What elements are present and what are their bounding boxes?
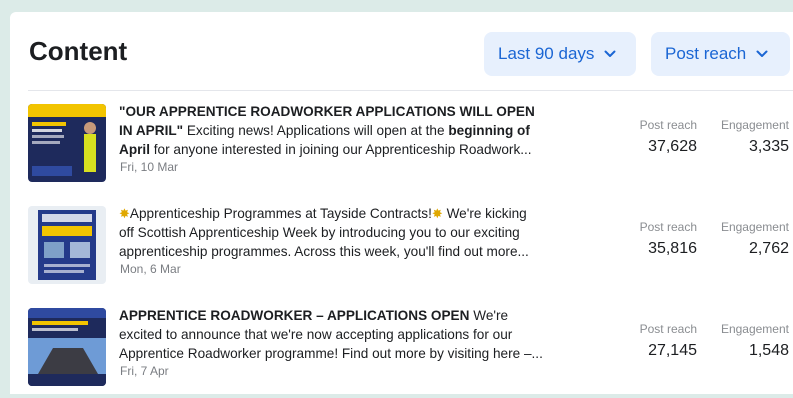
post-reach-metric: Post reach 27,145	[639, 322, 697, 359]
header-divider	[28, 90, 793, 91]
post-reach-metric: Post reach 35,816	[639, 220, 697, 257]
post-thumbnail	[28, 104, 106, 182]
post-thumbnail	[28, 206, 106, 284]
chevron-down-icon	[756, 50, 768, 57]
post-reach-metric: Post reach 37,628	[639, 118, 697, 155]
engagement-metric: Engagement 1,548	[720, 322, 789, 359]
chevron-down-icon	[604, 50, 616, 57]
post-row[interactable]: APPRENTICE ROADWORKER – APPLICATIONS OPE…	[28, 308, 793, 398]
sparkle-icon: ✸	[119, 206, 130, 221]
post-date: Mon, 6 Mar	[120, 262, 181, 276]
post-date: Fri, 10 Mar	[120, 160, 179, 174]
post-row[interactable]: "OUR APPRENTICE ROADWORKER APPLICATIONS …	[28, 104, 793, 194]
metric-dropdown[interactable]: Post reach	[651, 32, 790, 76]
post-row[interactable]: ✸Apprenticeship Programmes at Tayside Co…	[28, 206, 793, 296]
page-title: Content	[29, 36, 128, 66]
post-thumbnail	[28, 308, 106, 386]
date-range-label: Last 90 days	[498, 44, 595, 63]
post-text: ✸Apprenticeship Programmes at Tayside Co…	[119, 206, 529, 259]
post-image-icon	[28, 308, 106, 386]
date-range-dropdown[interactable]: Last 90 days	[484, 32, 636, 76]
post-text: APPRENTICE ROADWORKER – APPLICATIONS OPE…	[119, 308, 543, 361]
content-card: Content Last 90 days Post reach "OUR APP…	[10, 12, 793, 394]
engagement-metric: Engagement 2,762	[720, 220, 789, 257]
post-text: "OUR APPRENTICE ROADWORKER APPLICATIONS …	[119, 104, 535, 157]
engagement-metric: Engagement 3,335	[720, 118, 789, 155]
sparkle-icon: ✸	[431, 206, 443, 221]
post-date: Fri, 7 Apr	[120, 364, 169, 378]
post-image-icon	[28, 206, 106, 284]
post-image-icon	[28, 104, 106, 182]
metric-label: Post reach	[665, 44, 747, 63]
